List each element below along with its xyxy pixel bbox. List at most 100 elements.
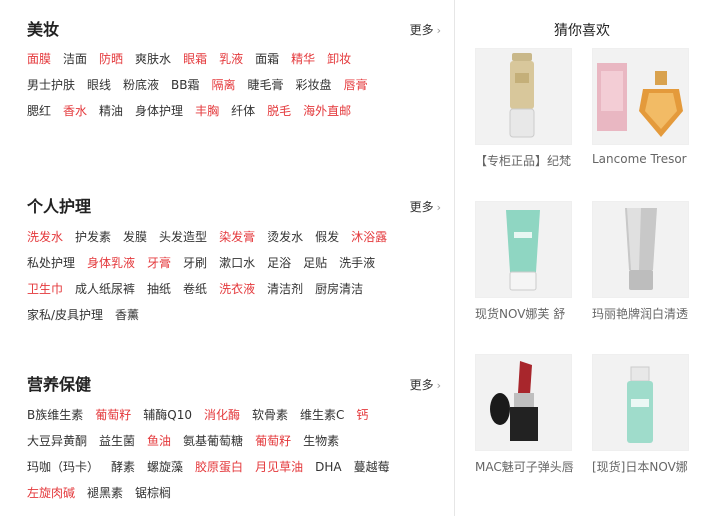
- category-tag[interactable]: 家私/皮具护理: [27, 308, 103, 322]
- category-tag[interactable]: 脱毛: [267, 104, 291, 118]
- category-tag[interactable]: 葡萄籽: [95, 408, 131, 422]
- category-tag[interactable]: 生物素: [303, 434, 339, 448]
- category-tag[interactable]: 丰胸: [195, 104, 219, 118]
- category-tag[interactable]: 面膜: [27, 52, 51, 66]
- category-tag[interactable]: 沐浴露: [351, 230, 387, 244]
- category-tag[interactable]: BB霜: [171, 78, 199, 92]
- category-tag[interactable]: 辅酶Q10: [143, 408, 192, 422]
- more-label: 更多: [409, 23, 434, 37]
- category-tag[interactable]: 卸妆: [327, 52, 351, 66]
- category-tag[interactable]: 彩妆盘: [296, 78, 332, 92]
- category-tag[interactable]: 月见草油: [255, 460, 303, 474]
- category-tag[interactable]: 香薰: [115, 308, 139, 322]
- category-tag[interactable]: 抽纸: [147, 282, 171, 296]
- category-tag[interactable]: 隔离: [212, 78, 236, 92]
- category-tag[interactable]: 氨基葡萄糖: [183, 434, 243, 448]
- category-tag[interactable]: 锯棕榈: [135, 486, 171, 500]
- category-tag[interactable]: 厨房清洁: [315, 282, 363, 296]
- category-tag[interactable]: 身体护理: [135, 104, 183, 118]
- tag-row: 洗发水 护发素 发膜 头发造型 染发膏 烫发水 假发 沐浴露: [27, 227, 399, 247]
- tag-row: 玛咖（玛卡） 酵素 螺旋藻 胶原蛋白 月见草油 DHA 蔓越莓: [27, 457, 402, 477]
- lipstick-image[interactable]: [475, 354, 572, 451]
- tag-row: 左旋肉碱 褪黑素 锯棕榈: [27, 483, 183, 503]
- category-tag[interactable]: 粉底液: [123, 78, 159, 92]
- product-name[interactable]: [现货]日本NOV娜: [592, 458, 708, 475]
- product-name[interactable]: 【专柜正品】纪梵: [475, 152, 591, 169]
- category-tag[interactable]: 私处护理: [27, 256, 75, 270]
- category-tag[interactable]: 头发造型: [159, 230, 207, 244]
- category-tag[interactable]: 男士护肤: [27, 78, 75, 92]
- category-tag[interactable]: 精华: [291, 52, 315, 66]
- category-tag[interactable]: 足浴: [267, 256, 291, 270]
- lotion-bottle-image[interactable]: [592, 354, 689, 451]
- category-tag[interactable]: 烫发水: [267, 230, 303, 244]
- category-tag[interactable]: 玛咖（玛卡）: [27, 460, 99, 474]
- category-tag[interactable]: 身体乳液: [87, 256, 135, 270]
- category-tag[interactable]: 足贴: [303, 256, 327, 270]
- category-tag[interactable]: 益生菌: [99, 434, 135, 448]
- tag-row: 腮红 香水 精油 身体护理 丰胸 纤体 脱毛 海外直邮: [27, 101, 363, 121]
- more-link[interactable]: 更多 ›: [410, 22, 441, 39]
- category-tag[interactable]: 防晒: [99, 52, 123, 66]
- tag-row: 男士护肤 眼线 粉底液 BB霜 隔离 睫毛膏 彩妆盘 唇膏: [27, 75, 380, 95]
- category-tag[interactable]: 爽肤水: [135, 52, 171, 66]
- section-title: 美妆: [27, 20, 60, 39]
- category-tag[interactable]: 胶原蛋白: [195, 460, 243, 474]
- chevron-right-icon: ›: [436, 24, 441, 37]
- category-tag[interactable]: 大豆异黄酮: [27, 434, 87, 448]
- category-tag[interactable]: 腮红: [27, 104, 51, 118]
- category-tag[interactable]: 眼霜: [183, 52, 207, 66]
- foundation-tube-image[interactable]: [475, 48, 572, 145]
- category-tag[interactable]: 海外直邮: [303, 104, 351, 118]
- category-panel: 美妆 更多 › 面膜 洁面 防晒 爽肤水 眼霜 乳液 面霜 精华 卸妆 男士护肤 眼线 粉底液 BB霜隔…: [0, 0, 454, 516]
- category-tag[interactable]: 漱口水: [219, 256, 255, 270]
- category-tag[interactable]: 染发膏: [219, 230, 255, 244]
- category-tag[interactable]: 洗衣液: [219, 282, 255, 296]
- perfume-bottle-image[interactable]: [592, 48, 689, 145]
- category-tag[interactable]: 葡萄籽: [255, 434, 291, 448]
- product-name[interactable]: 现货NOV娜芙 舒: [475, 305, 591, 322]
- category-tag[interactable]: 精油: [99, 104, 123, 118]
- category-tag[interactable]: 卷纸: [183, 282, 207, 296]
- category-tag[interactable]: 牙膏: [147, 256, 171, 270]
- category-tag[interactable]: 睫毛膏: [248, 78, 284, 92]
- more-link[interactable]: 更多 ›: [410, 199, 441, 216]
- category-tag[interactable]: 假发: [315, 230, 339, 244]
- category-tag[interactable]: 发膜: [123, 230, 147, 244]
- category-tag[interactable]: 钙: [356, 408, 368, 422]
- category-tag[interactable]: 鱼油: [147, 434, 171, 448]
- category-tag[interactable]: 纤体: [231, 104, 255, 118]
- category-tag[interactable]: 眼线: [87, 78, 111, 92]
- sunscreen-tube-image[interactable]: [475, 201, 572, 298]
- category-tag[interactable]: 清洁剂: [267, 282, 303, 296]
- category-tag[interactable]: 护发素: [75, 230, 111, 244]
- more-link[interactable]: 更多 ›: [410, 377, 441, 394]
- chevron-right-icon: ›: [436, 379, 441, 392]
- silver-tube-image[interactable]: [592, 201, 689, 298]
- category-tag[interactable]: 香水: [63, 104, 87, 118]
- category-tag[interactable]: 牙刷: [183, 256, 207, 270]
- category-tag[interactable]: DHA: [315, 460, 341, 474]
- category-tag[interactable]: 面霜: [255, 52, 279, 66]
- category-tag[interactable]: 维生素C: [300, 408, 344, 422]
- product-name[interactable]: 玛丽艳牌润白清透: [592, 305, 708, 322]
- category-tag[interactable]: 乳液: [219, 52, 243, 66]
- category-tag[interactable]: 消化酶: [204, 408, 240, 422]
- category-tag[interactable]: 洗发水: [27, 230, 63, 244]
- category-tag[interactable]: 卫生巾: [27, 282, 63, 296]
- category-tag[interactable]: 洁面: [63, 52, 87, 66]
- category-tag[interactable]: B族维生素: [27, 408, 83, 422]
- category-tag[interactable]: 蔓越莓: [354, 460, 390, 474]
- category-tag[interactable]: 左旋肉碱: [27, 486, 75, 500]
- product-name[interactable]: MAC魅可子弹头唇: [475, 458, 591, 475]
- category-tag[interactable]: 洗手液: [339, 256, 375, 270]
- guess-you-like-panel: 猜你喜欢 【专柜正品】纪梵 Lancome Tresor 现货NOV娜芙 舒 玛…: [455, 0, 709, 516]
- category-tag[interactable]: 螺旋藻: [147, 460, 183, 474]
- category-tag[interactable]: 唇膏: [344, 78, 368, 92]
- category-tag[interactable]: 酵素: [111, 460, 135, 474]
- product-name[interactable]: Lancome Tresor: [592, 152, 708, 166]
- category-tag[interactable]: 软骨素: [252, 408, 288, 422]
- category-tag[interactable]: 褪黑素: [87, 486, 123, 500]
- category-tag[interactable]: 成人纸尿裤: [75, 282, 135, 296]
- section-nutrition: 营养保健 更多 › B族维生素 葡萄籽 辅酶Q10 消化酶 软骨素 维生素C 钙 大豆异黄酮益…: [27, 375, 447, 515]
